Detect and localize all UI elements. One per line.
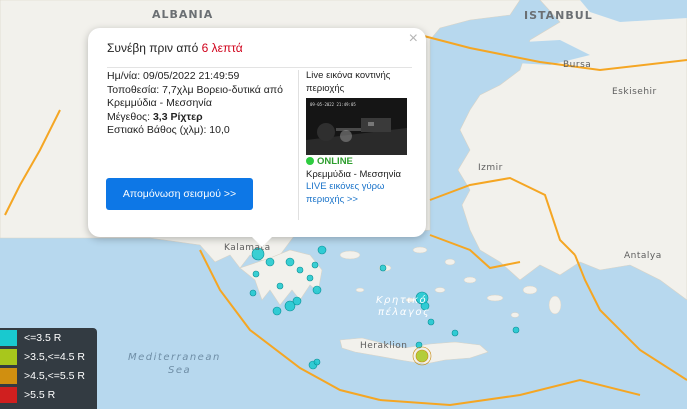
vertical-divider (298, 70, 299, 220)
quake-marker[interactable] (317, 245, 327, 255)
earthquake-popup: × Συνέβη πριν από 6 λεπτά Ημ/νία: 09/05/… (88, 28, 426, 247)
live-title: Live εικόνα κοντινής περιοχής (306, 70, 391, 94)
live-images-link[interactable]: LIVE εικόνες γύρω περιοχής >> (306, 181, 416, 206)
live-camera-panel: Live εικόνα κοντινής περιοχής 09-05-2022… (306, 70, 416, 206)
title-prefix: Συνέβη πριν από (107, 41, 199, 55)
map-label-istanbul: ISTANBUL (524, 9, 593, 22)
map-label-antalya: Antalya (624, 251, 662, 261)
legend-item: >3.5,<=4.5 R (0, 348, 97, 366)
time-ago: 6 λεπτά (201, 41, 243, 55)
legend-item: >4.5,<=5.5 R (0, 367, 97, 385)
map-label-heraklion: Heraklion (360, 341, 408, 351)
popup-title: Συνέβη πριν από 6 λεπτά (107, 41, 243, 55)
quake-location: Τοποθεσία: 7,7χλμ Βορειο-δυτικά από Κρεμ… (107, 83, 283, 110)
map-label-albania: ALBANIA (152, 8, 214, 21)
quake-marker[interactable] (379, 264, 387, 272)
quake-depth: Εστιακό Βάθος (χλμ): 10,0 (107, 124, 230, 136)
online-dot-icon (306, 157, 314, 165)
legend-item: <=3.5 R (0, 329, 97, 347)
quake-marker[interactable] (306, 274, 314, 282)
map-label-cretan-sea: Κρητικό (376, 295, 428, 306)
magnitude-label: Μέγεθος: (107, 110, 153, 123)
map-label-cretan-sea-2: πέλαγος (378, 307, 431, 318)
quake-marker[interactable] (451, 329, 459, 337)
legend-label: >4.5,<=5.5 R (24, 370, 86, 382)
quake-marker[interactable] (292, 296, 302, 306)
quake-marker[interactable] (265, 257, 275, 267)
legend-swatch (0, 387, 17, 403)
quake-marker[interactable] (427, 318, 435, 326)
online-label: ONLINE (317, 156, 353, 167)
legend-item: >5.5 R (0, 386, 97, 404)
quake-marker[interactable] (276, 282, 284, 290)
legend-swatch (0, 330, 17, 346)
quake-marker[interactable] (512, 326, 520, 334)
cam-timestamp: 09-05-2022 21:49:05 (310, 102, 356, 107)
magnitude-value: 3,3 Ρίχτερ (152, 110, 203, 123)
map-label-med-sea: Mediterranean (128, 352, 221, 363)
quake-marker[interactable] (285, 257, 295, 267)
legend-swatch (0, 368, 17, 384)
isolate-quake-button[interactable]: Απομόνωση σεισμού >> (106, 178, 253, 210)
magnitude-legend: <=3.5 R >3.5,<=4.5 R >4.5,<=5.5 R >5.5 R (0, 328, 97, 409)
quake-marker[interactable] (249, 289, 257, 297)
map-label-eskisehir: Eskisehir (612, 87, 657, 97)
map-label-bursa: Bursa (563, 60, 592, 70)
quake-datetime: Ημ/νία: 09/05/2022 21:49:59 (107, 70, 240, 82)
legend-label: >3.5,<=4.5 R (24, 351, 86, 363)
quake-marker[interactable] (296, 266, 304, 274)
close-icon[interactable]: × (409, 30, 418, 48)
map-label-izmir: Izmir (478, 163, 503, 173)
quake-details: Ημ/νία: 09/05/2022 21:49:59 Τοποθεσία: 7… (107, 70, 292, 138)
quake-marker[interactable] (313, 358, 321, 366)
legend-label: <=3.5 R (24, 332, 62, 344)
quake-magnitude: Μέγεθος: 3,3 Ρίχτερ (107, 111, 292, 125)
camera-place: Κρεμμύδια - Μεσσηνία (306, 168, 401, 180)
legend-label: >5.5 R (24, 389, 56, 401)
quake-marker[interactable] (272, 306, 282, 316)
quake-marker[interactable] (252, 270, 260, 278)
divider (107, 67, 412, 68)
quake-marker[interactable] (312, 285, 322, 295)
quake-marker[interactable] (311, 261, 319, 269)
map-label-med-sea-2: Sea (168, 365, 192, 376)
live-camera-image[interactable]: 09-05-2022 21:49:05 (306, 98, 407, 155)
legend-swatch (0, 349, 17, 365)
quake-marker[interactable] (415, 349, 429, 363)
online-status: ONLINE (306, 156, 416, 169)
